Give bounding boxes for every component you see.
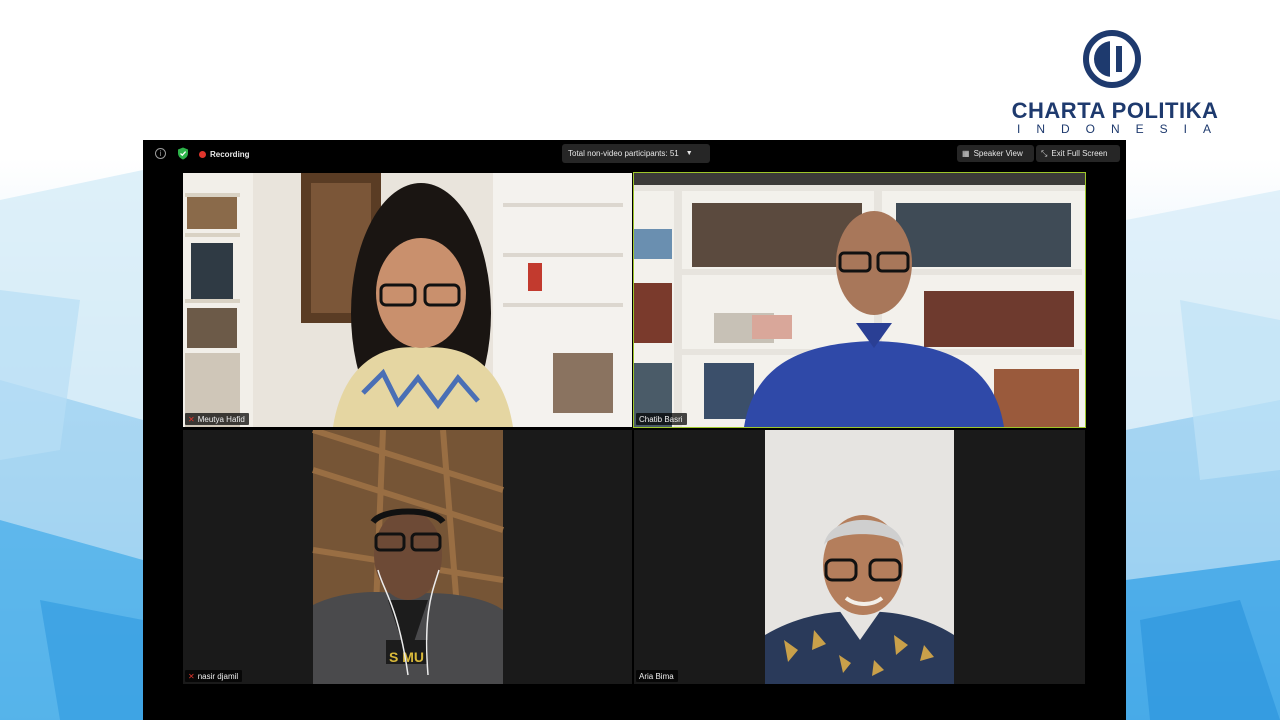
participant-name: Aria Bima	[639, 671, 674, 681]
participant-name: Chatib Basri	[639, 414, 683, 424]
recording-indicator[interactable]: Recording	[199, 148, 250, 160]
participant-name-tag: Aria Bima	[636, 670, 678, 682]
video-feed	[634, 173, 1085, 427]
mic-muted-icon: ✕	[188, 671, 195, 681]
mic-muted-icon: ✕	[188, 414, 195, 424]
speaker-view-button[interactable]: ▦ Speaker View	[957, 145, 1034, 162]
video-tile-nasir-djamil[interactable]: S MU ✕ nasir djamil	[183, 430, 632, 684]
video-feed: S MU	[183, 430, 632, 684]
participant-name-tag: Chatib Basri	[636, 413, 687, 425]
video-tile-chatib-basri[interactable]: Chatib Basri	[633, 172, 1086, 428]
participants-dropdown[interactable]: Total non-video participants: 51 ▼	[562, 144, 710, 163]
brand-subtitle: INDONESIA	[1016, 122, 1227, 136]
caret-down-icon: ▼	[685, 150, 693, 157]
shield-icon[interactable]	[177, 147, 189, 160]
participant-name-tag: ✕ Meutya Hafid	[185, 413, 249, 425]
participant-name-tag: ✕ nasir djamil	[185, 670, 243, 682]
recording-label: Recording	[210, 149, 250, 159]
charta-politika-logo: CHARTA POLITIKA INDONESIA	[980, 30, 1250, 140]
speaker-view-icon: ▦	[962, 149, 970, 158]
meeting-topbar: i Recording Total non-video participants…	[143, 140, 1126, 168]
participant-name: Meutya Hafid	[197, 414, 245, 424]
exit-full-screen-label: Exit Full Screen	[1051, 149, 1108, 158]
logo-mark-icon	[1083, 30, 1141, 88]
video-feed	[183, 173, 632, 427]
video-tile-aria-bima[interactable]: Aria Bima	[634, 430, 1085, 684]
exit-full-screen-button[interactable]: ⤡ Exit Full Screen	[1036, 145, 1120, 162]
video-feed	[634, 430, 1085, 684]
video-tile-meutya-hafid[interactable]: ✕ Meutya Hafid	[183, 173, 632, 427]
recording-dot-icon	[199, 150, 206, 158]
info-icon[interactable]: i	[155, 148, 166, 159]
participants-count-label: Total non-video participants: 51	[568, 149, 679, 158]
speaker-view-label: Speaker View	[973, 149, 1023, 158]
participant-name: nasir djamil	[197, 671, 239, 681]
exit-fullscreen-icon: ⤡	[1041, 148, 1048, 158]
zoom-meeting-window: i Recording Total non-video participants…	[143, 140, 1126, 720]
brand-title: CHARTA POLITIKA	[1011, 98, 1219, 123]
